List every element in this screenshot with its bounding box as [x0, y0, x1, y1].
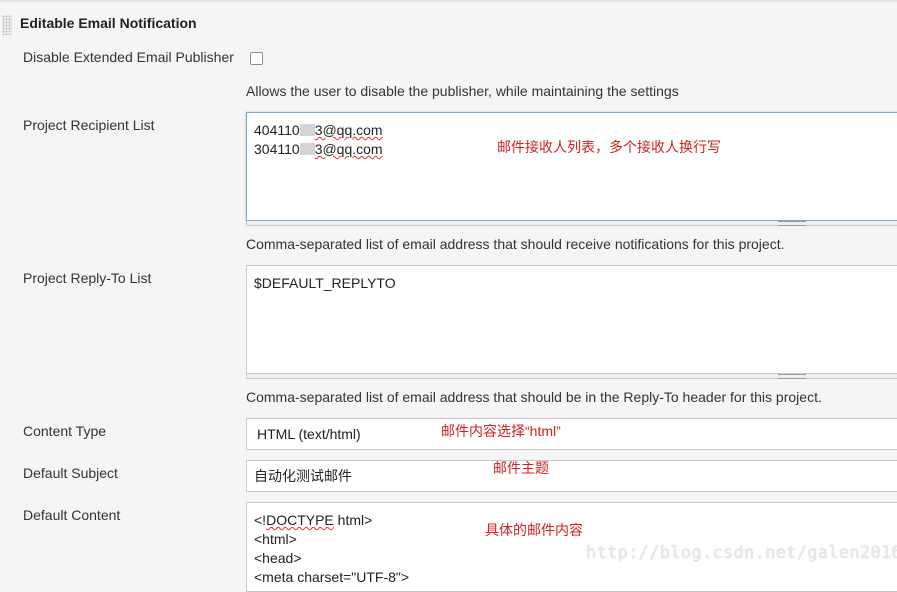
annotation-recipients: 邮件接收人列表，多个接收人换行写 — [497, 139, 721, 155]
content-line: <meta charset="UTF-8"> — [254, 569, 410, 585]
disable-publisher-help: Allows the user to disable the publisher… — [246, 83, 679, 99]
top-divider — [0, 0, 897, 2]
resize-grip-icon[interactable] — [778, 221, 806, 226]
recipient-list-help: Comma-separated list of email address th… — [246, 236, 785, 252]
redacted-mark — [299, 143, 315, 155]
default-subject-input[interactable]: 自动化测试邮件 — [246, 460, 897, 492]
drag-handle-icon[interactable] — [2, 15, 12, 35]
disable-publisher-checkbox[interactable] — [250, 52, 263, 65]
content-type-select[interactable]: HTML (text/html) — [246, 418, 897, 450]
annotation-content-type: 邮件内容选择“html” — [441, 423, 561, 439]
annotation-subject: 邮件主题 — [493, 460, 549, 476]
section-title: Editable Email Notification — [20, 15, 197, 31]
resize-grip-icon[interactable] — [778, 374, 806, 379]
reply-to-value: $DEFAULT_REPLYTO — [254, 275, 396, 291]
recipient-list-label: Project Recipient List — [23, 117, 155, 133]
redacted-mark — [299, 124, 315, 136]
reply-to-label: Project Reply-To List — [23, 270, 152, 286]
default-subject-label: Default Subject — [23, 465, 118, 481]
disable-publisher-label: Disable Extended Email Publisher — [23, 49, 234, 65]
annotation-content: 具体的邮件内容 — [485, 522, 583, 538]
recipient-list-textarea[interactable]: 404110 3@qq.com 304110 3@qq.com — [246, 112, 897, 221]
reply-to-textarea[interactable]: $DEFAULT_REPLYTO — [246, 265, 897, 374]
default-content-label: Default Content — [23, 507, 121, 523]
content-type-label: Content Type — [23, 423, 107, 439]
reply-to-help: Comma-separated list of email address th… — [246, 389, 822, 405]
watermark: http://blog.csdn.net/galen2016 — [586, 543, 897, 563]
